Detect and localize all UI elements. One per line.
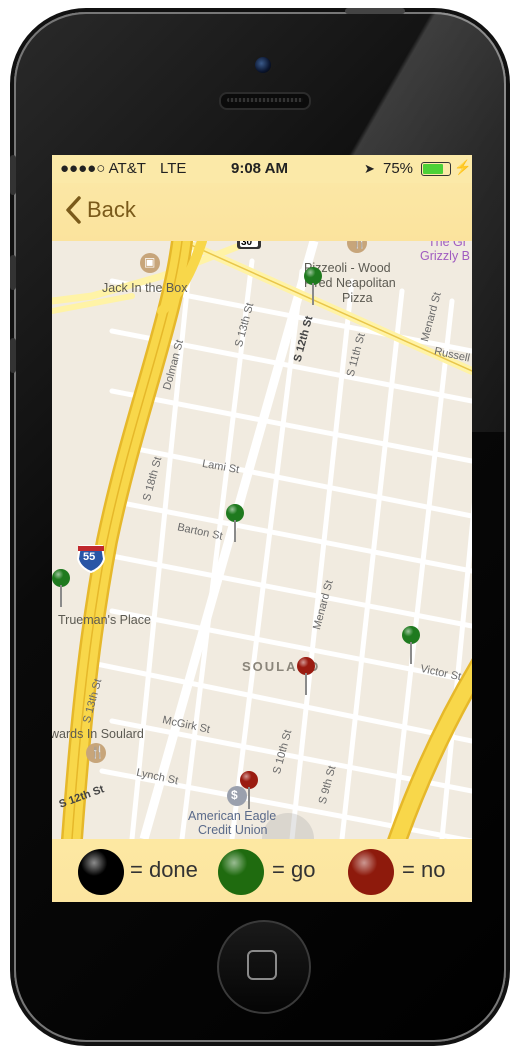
battery-fill [423,164,443,174]
poi-pizzeoli-line3: Pizza [342,291,373,305]
pin-stick [305,673,307,695]
poi-edwards-in-soulard: wards In Soulard [52,727,144,741]
fast-food-icon: ▣ [144,255,156,269]
volume-up-button [10,255,16,290]
restaurant-icon: 🍴 [352,241,367,249]
status-legend: = done = go = no [52,839,472,902]
pin-stick [410,642,412,664]
network-type: LTE [160,160,187,177]
pin-stick [312,283,314,305]
bank-icon: $ [231,788,238,802]
earpiece-speaker [219,92,311,110]
poi-american-eagle-line1: American Eagle [188,809,277,823]
battery-icon [421,162,451,176]
legend-go-label: = go [272,857,316,882]
chevron-left-icon [66,196,81,224]
route-shield-label: 30 [241,241,253,248]
poi-truemans-place: Trueman's Place [58,613,151,627]
pin-stick [234,520,236,542]
map-pin-go[interactable] [304,267,322,307]
map-pin-no[interactable] [240,771,258,811]
back-label: Back [87,197,136,222]
home-button-square-icon [247,950,277,980]
poi-grizzly-line2: Grizzly B [420,249,470,263]
charging-bolt-icon: ⚡ [454,159,472,175]
battery-percent: 75% [383,160,414,177]
back-button[interactable]: Back [52,183,162,241]
navigation-bar: Back [52,183,472,241]
map-view[interactable]: 30 55 ▣ 🍴 🍴 $ Jack In the Box Pizzeoli -… [52,241,472,839]
poi-grizzly-line1: The Gr [428,241,467,249]
restaurant-icon: 🍴 [90,745,105,759]
screen: ●●●●○ AT&T LTE 9:08 AM ➤ 75% ⚡ Back 30 5… [52,155,472,902]
sleep-button [345,8,405,14]
map-pin-go[interactable] [226,504,244,544]
clock: 9:08 AM [231,160,288,177]
poi-american-eagle-line2: Credit Union [198,823,268,837]
map-canvas [52,241,472,839]
location-arrow-icon: ➤ [364,161,375,176]
legend-go-dot [218,849,264,895]
carrier: ●●●●○ AT&T [60,160,146,177]
poi-jack-in-the-box: Jack In the Box [102,281,188,295]
mute-switch [10,155,16,195]
pin-stick [60,585,62,607]
volume-down-button [10,338,16,373]
legend-done-dot [78,849,124,895]
map-pin-no[interactable] [297,657,315,697]
legend-no-label: = no [402,857,446,882]
interstate-shield-label: 55 [83,551,96,563]
status-bar: ●●●●○ AT&T LTE 9:08 AM ➤ 75% ⚡ [52,155,472,183]
pin-stick [248,787,250,809]
map-pin-go[interactable] [52,569,70,609]
legend-no-dot [348,849,394,895]
front-camera [253,55,273,75]
legend-done-label: = done [130,857,198,882]
map-pin-go[interactable] [402,626,420,666]
